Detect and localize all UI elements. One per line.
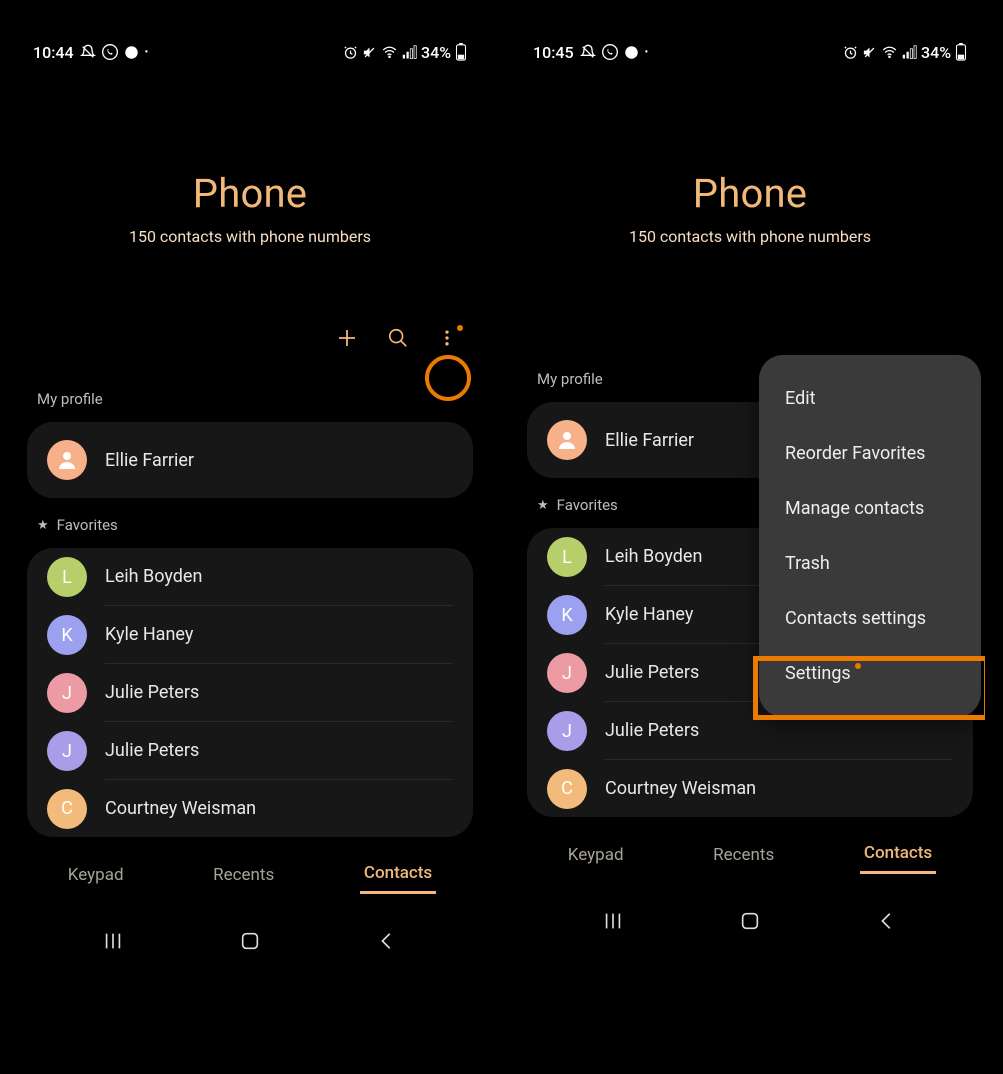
menu-item-trash[interactable]: Trash [759, 536, 981, 591]
whatsapp-icon [602, 44, 618, 60]
favorites-label: ★ Favorites [15, 498, 485, 540]
search-button[interactable] [387, 327, 409, 349]
signal-icon [402, 45, 417, 60]
toolbar [15, 326, 485, 350]
contact-name: Courtney Weisman [605, 760, 953, 817]
menu-item-contacts-settings[interactable]: Contacts settings [759, 591, 981, 646]
tutorial-highlight-circle [425, 355, 471, 401]
contact-avatar: C [547, 769, 587, 809]
tab-keypad[interactable]: Keypad [564, 837, 628, 873]
profile-name: Ellie Farrier [605, 430, 694, 451]
signal-icon [902, 45, 917, 60]
tab-recents[interactable]: Recents [209, 857, 278, 893]
menu-item-edit[interactable]: Edit [759, 371, 981, 426]
contact-avatar: J [547, 711, 587, 751]
contact-name: Courtney Weisman [105, 780, 453, 837]
status-bar: 10:45 • [515, 35, 985, 65]
wifi-icon [881, 45, 898, 60]
menu-item-reorder-favorites[interactable]: Reorder Favorites [759, 426, 981, 481]
menu-item-manage-contacts[interactable]: Manage contacts [759, 481, 981, 536]
chat-icon [124, 45, 139, 60]
battery-icon [455, 43, 467, 61]
tab-keypad[interactable]: Keypad [64, 857, 128, 893]
more-options-button[interactable] [437, 327, 457, 349]
navigation-bar [515, 902, 985, 940]
whatsapp-icon [102, 44, 118, 60]
nav-recent-button[interactable] [602, 910, 624, 932]
profile-name: Ellie Farrier [105, 450, 194, 471]
notification-dot [855, 663, 861, 669]
battery-icon [955, 43, 967, 61]
nav-home-button[interactable] [239, 930, 261, 952]
bottom-tabs: Keypad Recents Contacts [515, 835, 985, 874]
contact-avatar: J [47, 673, 87, 713]
bottom-tabs: Keypad Recents Contacts [15, 855, 485, 894]
profile-card: Ellie Farrier [27, 422, 473, 498]
favorite-row[interactable]: C Courtney Weisman [527, 760, 973, 817]
contact-avatar: K [47, 615, 87, 655]
notification-dot [457, 325, 463, 331]
phone-screen-left: 10:44 • [15, 35, 485, 1035]
app-title: Phone [515, 170, 985, 217]
contact-avatar: L [47, 557, 87, 597]
dnd-icon [80, 44, 96, 60]
battery-percent: 34% [921, 43, 951, 62]
contact-avatar: L [547, 537, 587, 577]
contacts-count: 150 contacts with phone numbers [515, 227, 985, 246]
favorite-row[interactable]: L Leih Boyden [27, 548, 473, 606]
mute-icon [362, 45, 377, 60]
star-icon: ★ [537, 498, 549, 513]
tab-contacts[interactable]: Contacts [360, 855, 436, 894]
mute-icon [862, 45, 877, 60]
clock-text: 10:45 [533, 43, 574, 62]
favorite-row[interactable]: J Julie Peters [27, 664, 473, 722]
star-icon: ★ [37, 518, 49, 533]
app-header: Phone 150 contacts with phone numbers [15, 170, 485, 246]
favorites-list: L Leih Boyden K Kyle Haney J Julie Peter… [27, 548, 473, 837]
tab-recents[interactable]: Recents [709, 837, 778, 873]
contact-name: Leih Boyden [105, 548, 453, 606]
contact-name: Kyle Haney [105, 606, 453, 664]
battery-percent: 34% [421, 43, 451, 62]
dot-icon: • [645, 47, 649, 58]
favorite-row[interactable]: J Julie Peters [27, 722, 473, 780]
contact-name: Julie Peters [105, 664, 453, 722]
contact-name: Julie Peters [105, 722, 453, 780]
tab-contacts[interactable]: Contacts [860, 835, 936, 874]
clock-text: 10:44 [33, 43, 74, 62]
nav-back-button[interactable] [376, 930, 398, 952]
alarm-icon [843, 45, 858, 60]
favorite-row[interactable]: C Courtney Weisman [27, 780, 473, 837]
contact-avatar: J [547, 653, 587, 693]
status-bar: 10:44 • [15, 35, 485, 65]
wifi-icon [381, 45, 398, 60]
favorite-row[interactable]: K Kyle Haney [27, 606, 473, 664]
profile-row[interactable]: Ellie Farrier [27, 422, 473, 498]
dot-icon: • [145, 47, 149, 58]
menu-item-settings[interactable]: Settings [759, 646, 981, 701]
chat-icon [624, 45, 639, 60]
overflow-menu: Edit Reorder Favorites Manage contacts T… [759, 355, 981, 717]
profile-avatar [47, 440, 87, 480]
navigation-bar [15, 922, 485, 960]
dnd-icon [580, 44, 596, 60]
contact-avatar: C [47, 789, 87, 829]
profile-avatar [547, 420, 587, 460]
alarm-icon [343, 45, 358, 60]
app-title: Phone [15, 170, 485, 217]
contact-avatar: K [547, 595, 587, 635]
app-header: Phone 150 contacts with phone numbers [515, 170, 985, 246]
phone-screen-right: 10:45 • [515, 35, 985, 1035]
contact-avatar: J [47, 731, 87, 771]
add-contact-button[interactable] [335, 326, 359, 350]
my-profile-label: My profile [15, 350, 485, 414]
contacts-count: 150 contacts with phone numbers [15, 227, 485, 246]
nav-recent-button[interactable] [102, 930, 124, 952]
nav-home-button[interactable] [739, 910, 761, 932]
nav-back-button[interactable] [876, 910, 898, 932]
